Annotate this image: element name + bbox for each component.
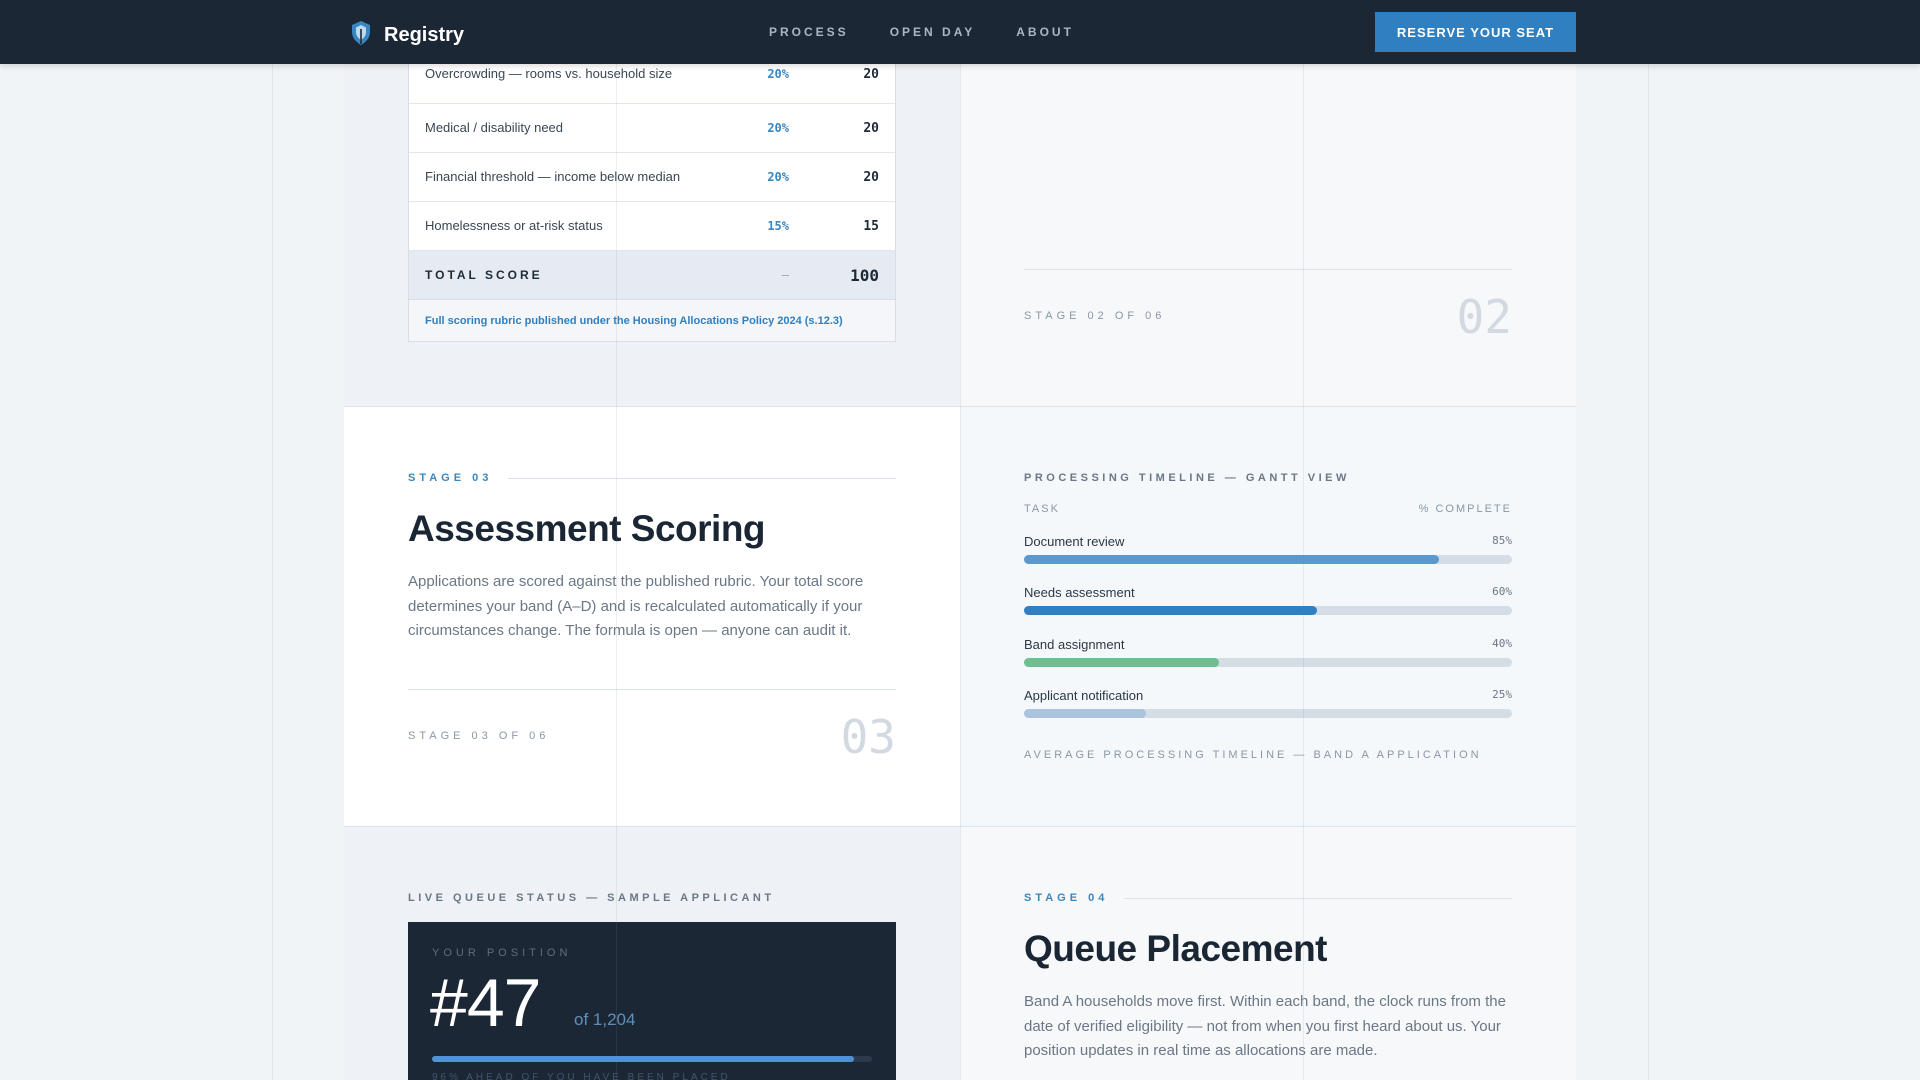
main-nav: PROCESS OPEN DAY ABOUT xyxy=(769,25,1074,39)
gantt-bar-track xyxy=(1024,709,1512,718)
rubric-footnote: Full scoring rubric published under the … xyxy=(409,300,895,341)
nav-item-about[interactable]: ABOUT xyxy=(1016,25,1074,39)
gantt-col-task: TASK xyxy=(1024,503,1060,515)
queue-progress-fill xyxy=(432,1056,855,1062)
gantt-bar-fill xyxy=(1024,658,1220,667)
total-score-points: 100 xyxy=(850,265,879,285)
criterion-label: Medical / disability need xyxy=(425,120,564,135)
gantt-bar-track xyxy=(1024,555,1512,564)
section-divider xyxy=(344,826,1576,827)
stage-03-title: Assessment Scoring xyxy=(408,508,766,549)
eyebrow-rule xyxy=(508,477,896,479)
criterion-weight: 20% xyxy=(767,121,789,135)
criterion-points: 20 xyxy=(863,66,879,82)
scoring-rubric-table: Overcrowding — rooms vs. household size … xyxy=(408,38,896,342)
eyebrow-label: STAGE 03 xyxy=(408,472,493,484)
stage-counter-label: STAGE 03 OF 06 xyxy=(408,730,550,742)
stage-counter-number: 02 xyxy=(1456,290,1512,344)
gantt-task-name: Document review xyxy=(1024,534,1125,549)
stage-counter-number: 03 xyxy=(840,710,896,764)
eyebrow-rule xyxy=(1124,897,1512,899)
rubric-policy-link[interactable]: Full scoring rubric published under the … xyxy=(425,315,843,327)
grid-guide xyxy=(272,0,273,1080)
stage-03-footer: STAGE 03 OF 06 03 xyxy=(408,689,896,769)
queue-progress-bar xyxy=(432,1056,872,1062)
queue-total: of 1,204 xyxy=(574,1010,636,1029)
stage-03-description: Applications are scored against the publ… xyxy=(408,573,864,639)
stage-04-title: Queue Placement xyxy=(1024,928,1328,969)
criterion-weight: 15% xyxy=(767,219,789,233)
criterion-weight: 20% xyxy=(767,170,789,184)
total-score-weight: — xyxy=(781,268,789,282)
queue-progress-note: 96% AHEAD OF YOU HAVE BEEN PLACED xyxy=(432,1072,731,1080)
criterion-label: Overcrowding — rooms vs. household size xyxy=(425,66,673,81)
gantt-row: Applicant notification 25% xyxy=(1024,688,1512,718)
stage-04-description: Band A households move first. Within eac… xyxy=(1024,993,1506,1059)
queue-status-card: YOUR POSITION #47 of 1,204 96% AHEAD OF … xyxy=(408,922,896,1080)
grid-guide xyxy=(1648,0,1649,1080)
gantt-bar-fill xyxy=(1024,709,1146,718)
gantt-panel xyxy=(960,406,1576,826)
gantt-bar-track xyxy=(1024,658,1512,667)
criterion-label: Financial threshold — income below media… xyxy=(425,169,681,184)
gantt-bar-fill xyxy=(1024,606,1317,615)
gantt-row: Document review 85% xyxy=(1024,534,1512,564)
queue-section-label: LIVE QUEUE STATUS — SAMPLE APPLICANT xyxy=(408,892,775,904)
criterion-label: Homelessness or at-risk status xyxy=(425,218,603,233)
reserve-seat-button[interactable]: RESERVE YOUR SEAT xyxy=(1375,12,1576,52)
top-navbar: Registry PROCESS OPEN DAY ABOUT RESERVE … xyxy=(0,0,1920,64)
gantt-task-percent: 40% xyxy=(1492,637,1512,650)
table-row: Medical / disability need 20% 20 xyxy=(409,104,895,153)
gantt-row: Band assignment 40% xyxy=(1024,637,1512,667)
eyebrow-label: STAGE 04 xyxy=(1024,892,1109,904)
gantt-col-complete: % COMPLETE xyxy=(1418,503,1512,515)
shield-logo-icon xyxy=(350,20,372,51)
gantt-task-percent: 85% xyxy=(1492,534,1512,547)
table-row: Homelessness or at-risk status 15% 15 xyxy=(409,202,895,251)
gantt-bar-fill xyxy=(1024,555,1439,564)
table-row: Financial threshold — income below media… xyxy=(409,153,895,202)
section-divider xyxy=(344,406,1576,407)
brand-title: Registry xyxy=(384,24,465,46)
gantt-task-percent: 60% xyxy=(1492,585,1512,598)
criterion-points: 20 xyxy=(863,120,879,136)
stage-02-footer: STAGE 02 OF 06 02 xyxy=(1024,269,1512,349)
gantt-row: Needs assessment 60% xyxy=(1024,585,1512,615)
gantt-task-name: Band assignment xyxy=(1024,637,1125,652)
gantt-caption: AVERAGE PROCESSING TIMELINE — BAND A APP… xyxy=(1024,749,1482,761)
gantt-task-name: Applicant notification xyxy=(1024,688,1144,703)
gantt-bar-track xyxy=(1024,606,1512,615)
criterion-points: 15 xyxy=(863,218,879,234)
criterion-points: 20 xyxy=(863,169,879,185)
gantt-task-percent: 25% xyxy=(1492,688,1512,701)
queue-position-label: YOUR POSITION xyxy=(432,947,572,959)
stage-04-eyebrow: STAGE 04 xyxy=(1024,892,1512,904)
criterion-weight: 20% xyxy=(767,67,789,81)
nav-item-process[interactable]: PROCESS xyxy=(769,25,849,39)
nav-item-open-day[interactable]: OPEN DAY xyxy=(890,25,976,39)
queue-position-value: #47 xyxy=(430,965,541,1041)
gantt-task-name: Needs assessment xyxy=(1024,585,1135,600)
total-score-label: TOTAL SCORE xyxy=(425,268,543,282)
total-score-row: TOTAL SCORE — 100 xyxy=(409,251,895,300)
brand[interactable]: Registry xyxy=(350,20,464,51)
stage-counter-label: STAGE 02 OF 06 xyxy=(1024,310,1166,322)
gantt-title: PROCESSING TIMELINE — GANTT VIEW xyxy=(1024,472,1350,484)
stage-03-eyebrow: STAGE 03 xyxy=(408,472,896,484)
